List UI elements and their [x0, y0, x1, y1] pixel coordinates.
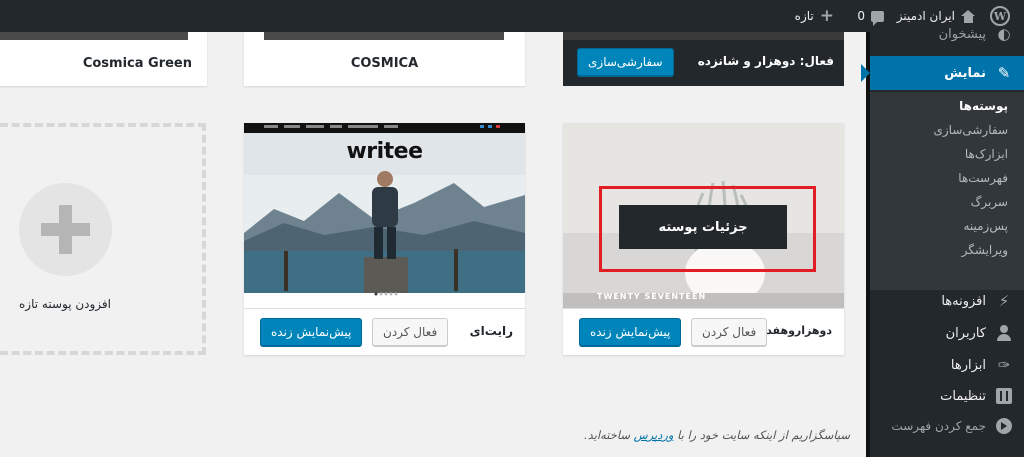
activate-button[interactable]: فعال کردن [691, 318, 768, 346]
theme-card-writee[interactable]: writee رایت‌ای فعال کردن پیش‌نمایش زنده [244, 123, 525, 355]
highlight-box [599, 186, 816, 272]
theme-card-active: فعال: دوهزار و شانزده سفارشی‌سازی [563, 32, 844, 86]
sidebar-item-users[interactable]: کاربران [870, 316, 1024, 350]
add-new-theme-card[interactable]: افزودن پوسته تازه [0, 123, 206, 355]
screenshot-navbar [244, 123, 525, 133]
activate-button[interactable]: فعال کردن [372, 318, 449, 346]
screenshot-logo: writee [346, 139, 423, 164]
theme-name: دوهزاروهفده [759, 324, 832, 337]
comment-icon [871, 10, 884, 26]
sidebar-item-label: افزونه‌ها [941, 293, 986, 309]
appearance-submenu: پوسته‌ها سفارشی‌سازی ابزارک‌ها فهرست‌ها … [870, 92, 1024, 290]
theme-actions-bar: فعال: دوهزار و شانزده سفارشی‌سازی [563, 40, 844, 86]
sidebar-item-label: نمایش [944, 65, 986, 81]
theme-screenshot [563, 32, 844, 40]
active-theme-label: فعال: دوهزار و شانزده [697, 54, 834, 68]
users-icon [996, 325, 1012, 341]
footer-text-after: ساخته‌اید. [584, 428, 634, 442]
sidebar-item-label: ابزارها [950, 357, 986, 373]
theme-card-cosmica-green[interactable]: Cosmica Green [0, 32, 207, 86]
dashboard-icon: ◐ [997, 25, 1011, 43]
footer-thankyou: سپاسگزاریم از اینکه سایت خود را با وردپر… [560, 428, 850, 442]
comments-count: 0 [857, 9, 865, 23]
plus-icon: + [819, 5, 834, 26]
customize-button[interactable]: سفارشی‌سازی [577, 48, 674, 76]
new-content-menu[interactable]: تازه + [795, 0, 834, 32]
live-preview-button[interactable]: پیش‌نمایش زنده [260, 318, 363, 346]
site-name: ایران ادمینز [896, 9, 955, 23]
theme-actions-bar: رایت‌ای فعال کردن پیش‌نمایش زنده [244, 308, 525, 355]
sidebar-item-tools[interactable]: ✑ ابزارها [870, 348, 1024, 382]
theme-name: COSMICA [350, 56, 419, 71]
sidebar-item-label: پیشخوان [938, 26, 986, 42]
theme-card-cosmica[interactable]: COSMICA [244, 32, 525, 86]
plus-icon [19, 183, 112, 276]
sidebar-item-dashboard[interactable]: ◐ پیشخوان [870, 24, 1024, 44]
theme-actions-bar: دوهزاروهفده فعال کردن پیش‌نمایش زنده [563, 308, 844, 355]
submenu-item-background[interactable]: پس‌زمینه [870, 214, 1024, 238]
home-icon [961, 9, 976, 23]
new-content-label: تازه [794, 9, 814, 23]
theme-screenshot: writee [244, 123, 525, 309]
paintbrush-icon: ✎ [997, 64, 1011, 82]
theme-name: رایت‌ای [469, 324, 513, 338]
wordpress-icon: W [990, 6, 1010, 26]
submenu-item-customize[interactable]: سفارشی‌سازی [870, 118, 1024, 142]
submenu-item-editor[interactable]: ویرایشگر [870, 238, 1024, 262]
settings-icon [996, 388, 1012, 404]
live-preview-button[interactable]: پیش‌نمایش زنده [579, 318, 682, 346]
submenu-item-themes[interactable]: پوسته‌ها [870, 94, 1024, 118]
add-new-theme-label: افزودن پوسته تازه [19, 297, 111, 311]
theme-screenshot [0, 32, 207, 40]
plug-icon: ⚡ [998, 292, 1010, 310]
wordpress-link[interactable]: وردپرس [634, 428, 674, 442]
sidebar-item-label: جمع کردن فهرست [891, 419, 986, 433]
submenu-item-widgets[interactable]: ابزارک‌ها [870, 142, 1024, 166]
wrench-icon: ✑ [997, 356, 1011, 374]
collapse-icon [996, 418, 1012, 434]
submenu-item-menus[interactable]: فهرست‌ها [870, 166, 1024, 190]
sidebar-item-label: تنظیمات [940, 388, 986, 404]
sidebar-item-plugins[interactable]: ⚡ افزونه‌ها [870, 284, 1024, 318]
sidebar-item-label: کاربران [945, 325, 986, 341]
footer-text-before: سپاسگزاریم از اینکه سایت خود را با [673, 428, 850, 442]
admin-sidebar: ◐ پیشخوان ✎ نمایش پوسته‌ها سفارشی‌سازی ا… [861, 26, 1024, 457]
sidebar-item-appearance[interactable]: ✎ نمایش [861, 56, 1024, 90]
theme-screenshot [244, 32, 525, 40]
submenu-item-header[interactable]: سربرگ [870, 190, 1024, 214]
sidebar-item-settings[interactable]: تنظیمات [870, 379, 1024, 413]
sidebar-collapse-menu[interactable]: جمع کردن فهرست [870, 409, 1024, 443]
theme-name: Cosmica Green [82, 56, 192, 71]
